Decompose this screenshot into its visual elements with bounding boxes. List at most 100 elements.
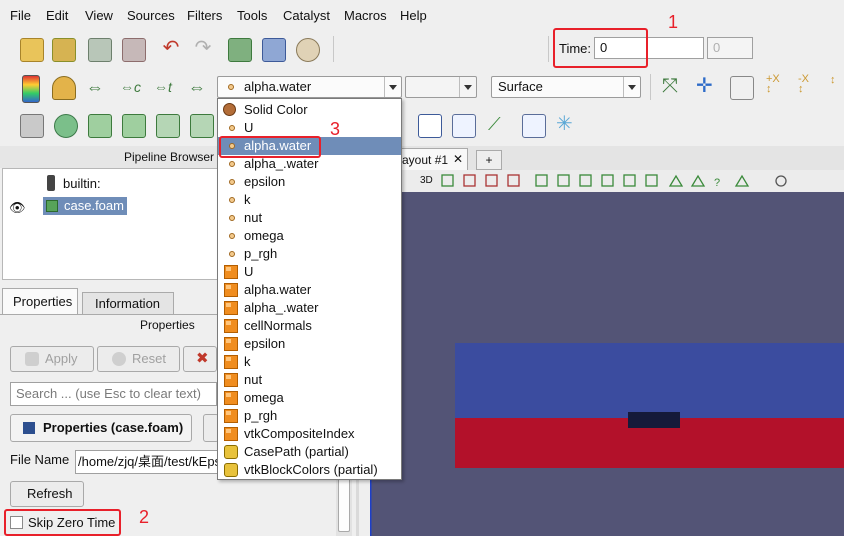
tab-information[interactable]: Information xyxy=(82,292,174,314)
water-region xyxy=(455,343,844,418)
plot-selection-over-time-icon[interactable] xyxy=(452,114,476,138)
toggle-color-legend-icon[interactable] xyxy=(22,75,40,103)
rescale-visible-icon[interactable]: ⇔ xyxy=(188,78,210,100)
dropdown-item[interactable]: omega xyxy=(218,227,401,245)
dropdown-item[interactable]: nut xyxy=(218,209,401,227)
edit-annotation-icon[interactable] xyxy=(734,174,750,187)
dropdown-item[interactable]: U xyxy=(218,119,401,137)
dropdown-item[interactable]: p_rgh xyxy=(218,245,401,263)
refresh-button[interactable]: Refresh xyxy=(10,481,84,507)
pipeline-item-builtin[interactable]: builtin: xyxy=(63,176,101,191)
add-layout-button[interactable]: + xyxy=(476,150,502,170)
extract-subset-icon[interactable] xyxy=(190,114,214,138)
dropdown-item[interactable]: Solid Color xyxy=(218,101,401,119)
dropdown-item[interactable]: alpha.water xyxy=(218,281,401,299)
extract-selection-icon[interactable] xyxy=(418,114,442,138)
dropdown-item[interactable]: epsilon xyxy=(218,173,401,191)
menu-file[interactable]: File xyxy=(10,8,31,23)
clip-icon[interactable] xyxy=(88,114,112,138)
server-connect-icon[interactable] xyxy=(88,38,112,62)
capture-screenshot-icon[interactable] xyxy=(441,174,454,187)
menu-filters[interactable]: Filters xyxy=(187,8,222,23)
rescale-to-data-icon[interactable]: ⇔ xyxy=(86,78,108,100)
open-file-icon[interactable] xyxy=(20,38,44,62)
dropdown-item[interactable]: nut xyxy=(218,371,401,389)
render-view[interactable] xyxy=(370,192,844,536)
dropdown-item[interactable]: alpha_.water xyxy=(218,299,401,317)
time-index-spinbox[interactable]: 0 xyxy=(707,37,753,59)
dropdown-item[interactable]: vtkBlockColors (partial) xyxy=(218,461,401,479)
calculator-icon[interactable] xyxy=(20,114,44,138)
select-block-icon[interactable] xyxy=(535,174,548,187)
contour-icon[interactable] xyxy=(54,114,78,138)
cell-data-icon xyxy=(224,409,238,423)
toggle-3d-button[interactable]: 3D xyxy=(420,175,433,186)
plot-data-over-time-icon[interactable] xyxy=(522,114,546,138)
cell-data-icon xyxy=(224,283,238,297)
zoom-to-data-icon[interactable]: ✛ xyxy=(696,76,718,98)
dropdown-item[interactable]: p_rgh xyxy=(218,407,401,425)
properties-search-input[interactable]: Search ... (use Esc to clear text) xyxy=(10,382,217,406)
tab-properties[interactable]: Properties xyxy=(2,288,78,314)
menu-view[interactable]: View xyxy=(85,8,113,23)
reset-camera-icon[interactable]: ⤧ xyxy=(662,76,684,98)
reset-button[interactable]: Reset xyxy=(97,346,180,372)
representation-combo[interactable]: Surface xyxy=(491,76,641,98)
plot-over-line-icon[interactable]: ⟋ xyxy=(488,114,510,136)
set-view-direction-plus-y-icon[interactable]: ↕ xyxy=(830,74,844,96)
clear-selection-icon[interactable] xyxy=(775,175,787,187)
menu-macros[interactable]: Macros xyxy=(344,8,387,23)
dropdown-item[interactable]: cellNormals xyxy=(218,317,401,335)
threshold-icon[interactable] xyxy=(156,114,180,138)
load-state-icon[interactable] xyxy=(52,38,76,62)
select-cells-on-icon[interactable] xyxy=(463,174,476,187)
reset-camera-icon[interactable] xyxy=(228,38,252,62)
dropdown-item[interactable]: omega xyxy=(218,389,401,407)
hover-cells-icon[interactable] xyxy=(623,174,636,187)
toggle-point-labels-icon[interactable] xyxy=(690,174,706,187)
interactive-select-cells-icon[interactable] xyxy=(557,174,570,187)
undo-icon[interactable]: ↶ xyxy=(160,38,182,60)
file-name-input[interactable]: /home/zjq/桌面/test/kEps xyxy=(75,450,218,474)
set-view-direction-minus-x-icon[interactable]: -X ↕ xyxy=(798,74,820,96)
dropdown-item[interactable]: U xyxy=(218,263,401,281)
dropdown-item[interactable]: epsilon xyxy=(218,335,401,353)
pipeline-item-case-foam-row[interactable]: case.foam xyxy=(43,197,127,215)
eye-icon[interactable]: 👁 xyxy=(9,200,26,216)
rescale-over-time-icon[interactable]: ⇔t xyxy=(154,78,176,100)
redo-icon[interactable]: ↷ xyxy=(192,38,214,60)
set-view-direction-plus-x-icon[interactable]: +X ↕ xyxy=(766,74,788,96)
grow-selection-icon[interactable] xyxy=(645,174,658,187)
select-cells-through-icon[interactable] xyxy=(507,174,520,187)
menu-help[interactable]: Help xyxy=(400,8,427,23)
menubar: File Edit View Sources Filters Tools Cat… xyxy=(0,0,844,30)
dropdown-item-label: Solid Color xyxy=(244,102,308,117)
dropdown-item[interactable]: CasePath (partial) xyxy=(218,443,401,461)
component-combo[interactable] xyxy=(405,76,477,98)
menu-edit[interactable]: Edit xyxy=(46,8,68,23)
stream-tracer-icon[interactable]: ✳ xyxy=(556,114,578,136)
select-points-on-icon[interactable] xyxy=(485,174,498,187)
tab-layout-1[interactable]: ayout #1 ✕ xyxy=(400,148,468,170)
menu-catalyst[interactable]: Catalyst xyxy=(283,8,330,23)
apply-button[interactable]: Apply xyxy=(10,346,94,372)
dropdown-item[interactable]: vtkCompositeIndex xyxy=(218,425,401,443)
properties-section-toggle[interactable]: Properties (case.foam) xyxy=(10,414,192,442)
palette-icon[interactable] xyxy=(296,38,320,62)
rescale-custom-icon[interactable]: ⇔c xyxy=(120,78,142,100)
menu-sources[interactable]: Sources xyxy=(127,8,175,23)
slice-icon[interactable] xyxy=(122,114,146,138)
find-data-icon[interactable] xyxy=(262,38,286,62)
delete-button[interactable]: ✖ xyxy=(183,346,217,372)
edit-color-map-icon[interactable] xyxy=(52,76,76,100)
close-icon[interactable]: ✕ xyxy=(453,152,463,166)
interactive-select-points-icon[interactable] xyxy=(579,174,592,187)
hover-points-icon[interactable] xyxy=(601,174,614,187)
menu-tools[interactable]: Tools xyxy=(237,8,267,23)
server-disconnect-icon[interactable] xyxy=(122,38,146,62)
shrink-selection-icon[interactable] xyxy=(668,174,684,187)
zoom-to-box-icon[interactable] xyxy=(730,76,754,100)
dropdown-item[interactable]: k xyxy=(218,191,401,209)
color-array-combo[interactable]: alpha.water xyxy=(217,76,402,98)
dropdown-item[interactable]: k xyxy=(218,353,401,371)
